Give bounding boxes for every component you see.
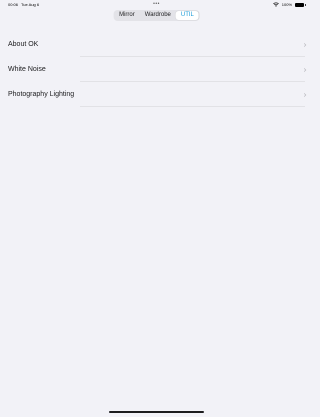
list-item-label: About OK bbox=[8, 41, 39, 48]
segment-mirror[interactable]: Mirror bbox=[114, 11, 140, 20]
battery-icon bbox=[295, 2, 306, 7]
status-bar: 00:06 Tue Aug 6 ••• 100% bbox=[0, 0, 313, 9]
status-right: 100% bbox=[272, 0, 306, 9]
segment-wardrobe[interactable]: Wardrobe bbox=[140, 11, 176, 20]
list-item-photography-lighting[interactable]: Photography Lighting bbox=[0, 82, 313, 107]
divider bbox=[80, 106, 305, 107]
home-indicator[interactable] bbox=[109, 411, 204, 413]
status-date: Tue Aug 6 bbox=[21, 2, 40, 7]
chevron-right-icon bbox=[303, 92, 307, 97]
list-item-label: Photography Lighting bbox=[8, 91, 75, 98]
list-item-about[interactable]: About OK bbox=[0, 32, 313, 57]
list-item-white-noise[interactable]: White Noise bbox=[0, 57, 313, 82]
list-item-label: White Noise bbox=[8, 66, 46, 73]
segment-util[interactable]: UTIL bbox=[175, 11, 199, 20]
battery-percent: 100% bbox=[281, 2, 292, 7]
chevron-right-icon bbox=[303, 42, 307, 47]
status-time: 00:06 bbox=[8, 2, 19, 7]
segmented-control: Mirror Wardrobe UTIL bbox=[113, 10, 200, 21]
screen: 00:06 Tue Aug 6 ••• 100% Mirror Wardrobe… bbox=[0, 0, 313, 417]
util-list: About OK White Noise Photography Lightin… bbox=[0, 32, 313, 107]
status-left: 00:06 Tue Aug 6 bbox=[8, 0, 39, 9]
multitasking-dots[interactable]: ••• bbox=[153, 0, 160, 9]
wifi-icon bbox=[272, 2, 279, 7]
chevron-right-icon bbox=[303, 67, 307, 72]
